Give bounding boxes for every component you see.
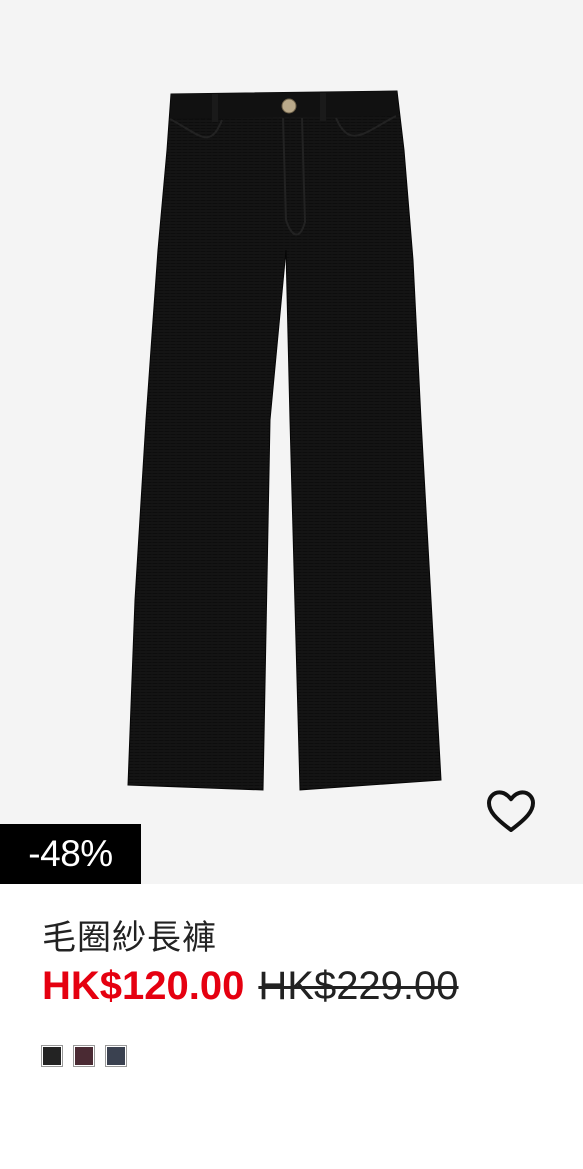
trousers-image <box>127 90 442 791</box>
original-price: HK$229.00 <box>258 963 459 1008</box>
price-row: HK$120.00 HK$229.00 <box>42 958 459 1014</box>
discount-badge: -48% <box>0 824 141 884</box>
swatch-burgundy[interactable] <box>73 1045 95 1067</box>
swatch-navy[interactable] <box>105 1045 127 1067</box>
product-title[interactable]: 毛圈紗長褲 <box>42 910 217 959</box>
sale-price: HK$120.00 <box>42 963 245 1008</box>
heart-outline-icon <box>487 790 535 832</box>
swatch-black[interactable] <box>41 1045 63 1067</box>
product-card[interactable]: -48% 毛圈紗長褲 HK$120.00 HK$229.00 <box>0 0 583 1169</box>
color-swatches <box>41 1045 127 1067</box>
product-image[interactable]: -48% <box>0 0 583 884</box>
favorite-button[interactable] <box>483 784 539 840</box>
